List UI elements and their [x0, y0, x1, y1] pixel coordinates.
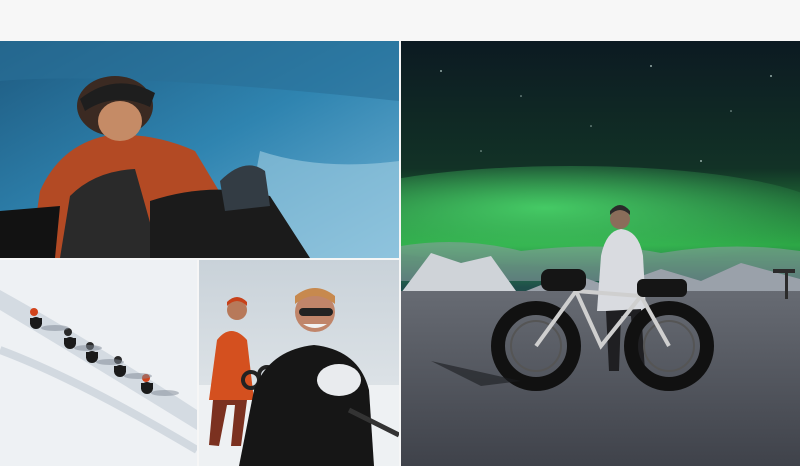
- photo-aurora-fat-bike: [401, 41, 800, 466]
- photo-two-riders-portrait: [199, 260, 399, 466]
- photo-rider-ice-slope: [0, 41, 399, 258]
- photo-riders-line-snowfield: [0, 260, 197, 466]
- top-white-band: [0, 0, 800, 41]
